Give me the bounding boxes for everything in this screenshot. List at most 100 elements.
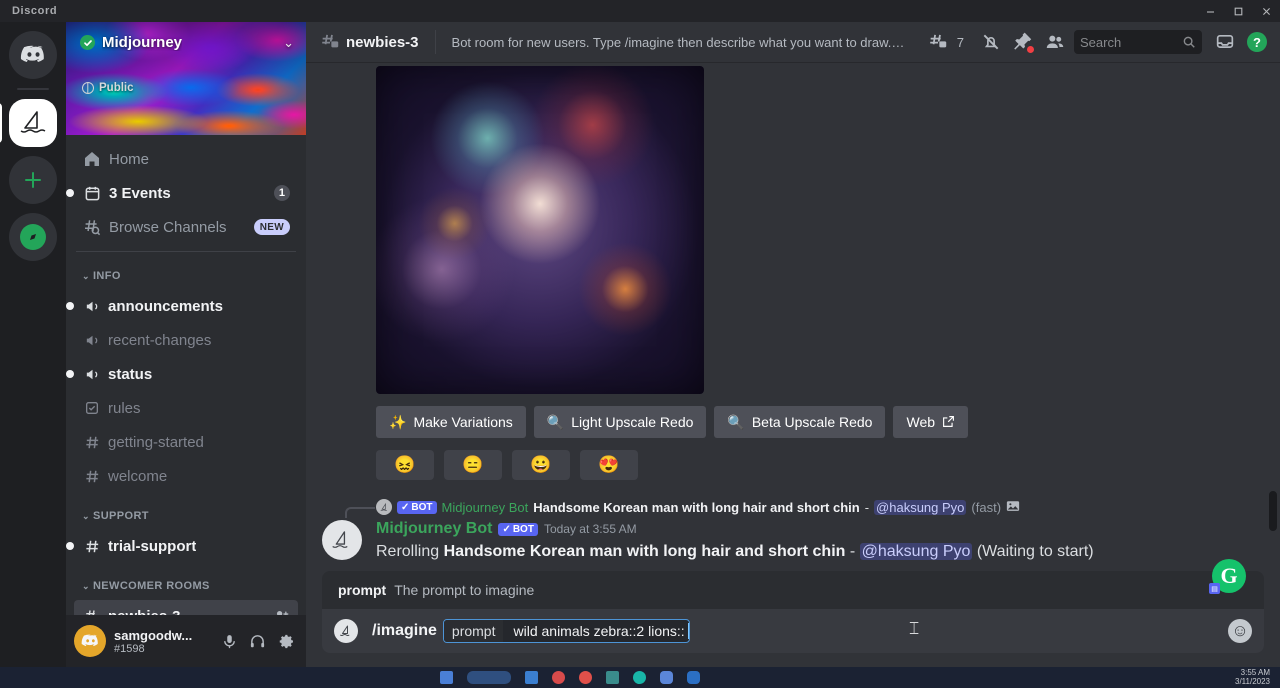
sidebar-item-home[interactable]: Home: [74, 143, 298, 175]
reply-author[interactable]: Midjourney Bot: [442, 500, 529, 515]
emoji-picker-icon[interactable]: ☺: [1228, 619, 1252, 643]
message-input[interactable]: /imagine prompt wild animals zebra::2 li…: [322, 609, 1264, 653]
taskbar-item-7[interactable]: [633, 671, 646, 684]
emoji-glyph: 😖: [394, 455, 416, 474]
channel-topic[interactable]: Bot room for new users. Type /imagine th…: [452, 35, 907, 50]
channel-announcements[interactable]: announcements: [66, 290, 298, 322]
sidebar-item-browse-channels[interactable]: Browse Channels NEW: [74, 211, 298, 243]
command-argument-chip[interactable]: prompt wild animals zebra::2 lions::: [442, 619, 690, 643]
server-name: Midjourney: [102, 34, 183, 51]
inbox-icon[interactable]: [1210, 27, 1240, 57]
message-dash: -: [845, 543, 860, 560]
channel-rules[interactable]: rules: [74, 392, 298, 424]
channel-welcome[interactable]: welcome: [74, 460, 298, 492]
web-button[interactable]: Web: [893, 406, 969, 438]
mention[interactable]: @haksung Pyo: [859, 543, 973, 560]
username: samgoodw...: [114, 627, 193, 643]
reply-prompt: Handsome Korean man with long hair and s…: [533, 499, 860, 515]
message-author[interactable]: Midjourney Bot: [376, 520, 492, 538]
avatar[interactable]: [322, 520, 362, 560]
search-input[interactable]: Search: [1074, 30, 1202, 54]
scrollbar-thumb[interactable]: [1269, 491, 1277, 531]
compass-icon: [9, 213, 57, 261]
taskbar-item-9[interactable]: [687, 671, 700, 684]
message-list[interactable]: ✨ Make Variations 🔍 Light Upscale Redo 🔍…: [306, 62, 1280, 571]
explore-servers-button[interactable]: [9, 213, 57, 261]
channel-name: status: [108, 365, 153, 383]
reaction-confounded[interactable]: 😖: [376, 450, 434, 480]
category-label: INFO: [92, 270, 121, 282]
header-divider: [434, 30, 436, 54]
add-server-button[interactable]: [9, 156, 57, 204]
sidebar-item-events[interactable]: 3 Events 1: [66, 177, 298, 209]
taskbar-item-1[interactable]: [440, 671, 453, 684]
window-controls: [1196, 0, 1280, 22]
message-scrollbar[interactable]: [1269, 62, 1278, 571]
command-autocomplete[interactable]: prompt The prompt to imagine: [322, 571, 1264, 609]
threads-icon[interactable]: [923, 27, 953, 57]
category-label: SUPPORT: [92, 510, 149, 522]
make-variations-button[interactable]: ✨ Make Variations: [376, 406, 526, 438]
slash-command-name: /imagine: [372, 622, 437, 639]
avatar[interactable]: [74, 625, 106, 657]
chevron-down-icon[interactable]: ⌄: [277, 36, 294, 49]
channel-trial-support[interactable]: trial-support: [66, 530, 298, 562]
taskbar-clock[interactable]: 3:55 AM 3/11/2023: [1235, 668, 1270, 686]
channel-status[interactable]: status: [66, 358, 298, 390]
channel-recent-changes[interactable]: recent-changes: [74, 324, 298, 356]
server-item-midjourney[interactable]: [0, 99, 57, 147]
reaction-expressionless[interactable]: 😑: [444, 450, 502, 480]
announcement-icon: [82, 330, 102, 350]
category-newcomer-rooms[interactable]: ⌄ NEWCOMER ROOMS: [82, 574, 298, 598]
gear-icon[interactable]: [272, 628, 298, 654]
taskbar-item-3[interactable]: [525, 671, 538, 684]
server-header-row[interactable]: Midjourney ⌄: [80, 34, 294, 51]
channel-newbies-3[interactable]: newbies-3: [74, 600, 298, 615]
members-icon[interactable]: [1040, 27, 1070, 57]
taskbar-item-8[interactable]: [660, 671, 673, 684]
taskbar-item-5[interactable]: [579, 671, 592, 684]
maximize-icon[interactable]: [1224, 0, 1252, 22]
channel-name: trial-support: [108, 537, 197, 555]
category-support[interactable]: ⌄ SUPPORT: [82, 504, 298, 528]
taskbar-item-6[interactable]: [606, 671, 619, 684]
server-item-direct-messages[interactable]: [9, 31, 57, 79]
server-privacy-label: Public: [99, 82, 134, 94]
windows-taskbar[interactable]: 3:55 AM 3/11/2023: [0, 667, 1280, 688]
light-upscale-redo-button[interactable]: 🔍 Light Upscale Redo: [533, 406, 707, 438]
reply-reference[interactable]: ✓ BOT Midjourney Bot Handsome Korean man…: [322, 498, 1264, 518]
hash-thread-icon: [82, 606, 102, 615]
mouse-text-cursor-icon: ⌶: [909, 619, 920, 638]
server-privacy: Public: [82, 82, 134, 94]
reaction-heart-eyes[interactable]: 😍: [580, 450, 638, 480]
microphone-icon[interactable]: [216, 628, 242, 654]
minimize-icon[interactable]: [1196, 0, 1224, 22]
bell-off-icon[interactable]: [976, 27, 1006, 57]
header-toolbar: 7 Search ?: [923, 27, 1272, 57]
discord-window: Discord Midjourney ⌄ Public Home 3 Event…: [0, 0, 1280, 688]
add-member-icon[interactable]: [273, 608, 290, 615]
channel-sidebar: Midjourney ⌄ Public Home 3 Events 1 Brow…: [66, 22, 306, 667]
chat-main: newbies-3 Bot room for new users. Type /…: [306, 22, 1280, 667]
beta-upscale-redo-button[interactable]: 🔍 Beta Upscale Redo: [714, 406, 886, 438]
channel-getting-started[interactable]: getting-started: [74, 426, 298, 458]
close-icon[interactable]: [1252, 0, 1280, 22]
server-banner[interactable]: Midjourney ⌄ Public: [66, 22, 306, 135]
user-identity[interactable]: samgoodw... #1598: [114, 628, 216, 655]
discord-logo-icon: [9, 31, 57, 79]
unread-indicator: [66, 189, 74, 197]
help-icon[interactable]: ?: [1242, 27, 1272, 57]
reaction-grinning[interactable]: 😀: [512, 450, 570, 480]
headset-icon[interactable]: [244, 628, 270, 654]
category-info[interactable]: ⌄ INFO: [82, 264, 298, 288]
message-body: Midjourney Bot ✓ BOT Today at 3:55 AM Re…: [376, 518, 1094, 562]
message[interactable]: Midjourney Bot ✓ BOT Today at 3:55 AM Re…: [322, 518, 1264, 562]
mention[interactable]: @haksung Pyo: [874, 499, 967, 515]
generated-image[interactable]: [376, 66, 704, 394]
taskbar-item-2[interactable]: [467, 671, 511, 684]
sparkles-icon: ✨: [389, 414, 407, 430]
pin-icon[interactable]: [1008, 27, 1038, 57]
message-composer: G ▤ /imagine prompt wild animals zebra::…: [322, 559, 1264, 667]
taskbar-item-4[interactable]: [552, 671, 565, 684]
message-content: Rerolling Handsome Korean man with long …: [376, 542, 1094, 562]
